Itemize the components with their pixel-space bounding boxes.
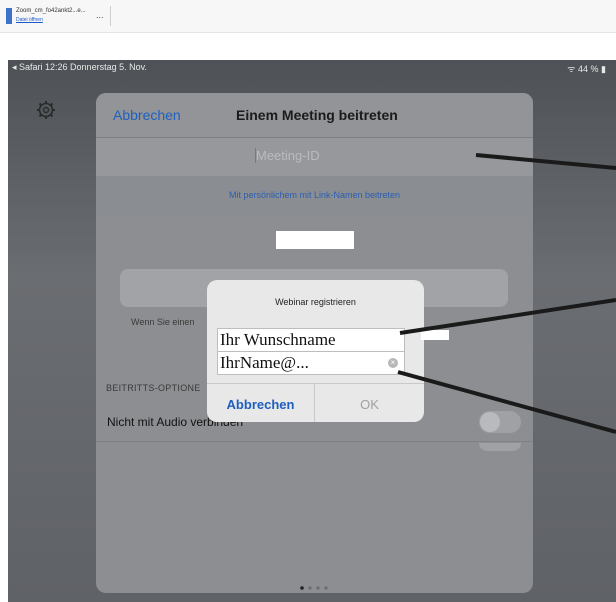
divider	[96, 441, 533, 442]
email-input[interactable]: IhrName@... ×	[217, 351, 405, 375]
sheet-header: Abbrechen Einem Meeting beitreten	[96, 93, 533, 138]
battery-text: 44 %	[578, 64, 599, 74]
page-indicator	[300, 586, 328, 590]
info-text: Wenn Sie einen	[131, 317, 195, 327]
cancel-button[interactable]: Abbrechen	[113, 107, 181, 123]
meeting-id-placeholder: Meeting-ID	[256, 148, 320, 163]
dialog-divider	[207, 383, 424, 384]
dialog-ok-button[interactable]: OK	[315, 397, 424, 412]
toggle-knob	[480, 412, 500, 432]
webinar-register-dialog: Webinar registrieren Ihr Wunschname IhrN…	[207, 280, 424, 422]
name-input[interactable]: Ihr Wunschname	[217, 328, 405, 351]
more-options-button[interactable]: ...	[96, 10, 104, 20]
join-with-link-name-link[interactable]: Mit persönlichem mit Link-Namen beitrete…	[96, 190, 533, 200]
gear-icon[interactable]	[36, 100, 56, 120]
file-icon	[6, 8, 12, 24]
join-with-link-name-row[interactable]: Mit persönlichem mit Link-Namen beitrete…	[96, 176, 533, 218]
dialog-cancel-button[interactable]: Abbrechen	[207, 397, 314, 412]
dialog-title: Webinar registrieren	[275, 297, 356, 307]
join-options-label: BEITRITTS-OPTIONE	[106, 383, 201, 393]
video-toggle[interactable]	[479, 443, 521, 451]
download-item[interactable]: Zoom_cm_fo42ankt2...e... Datei öffnen ..…	[6, 6, 111, 26]
browser-download-bar: Zoom_cm_fo42ankt2...e... Datei öffnen ..…	[0, 0, 616, 33]
name-input-extension	[421, 330, 449, 340]
sheet-title: Einem Meeting beitreten	[236, 107, 398, 123]
status-bar-battery: ᯤ 44 % ▮	[567, 62, 606, 75]
wifi-icon: ᯤ	[567, 64, 579, 74]
status-bar-left: ◂ Safari 12:26 Donnerstag 5. Nov.	[12, 62, 147, 72]
no-audio-toggle[interactable]	[479, 411, 521, 433]
email-input-value: IhrName@...	[220, 353, 309, 372]
battery-icon: ▮	[601, 64, 606, 74]
open-file-link[interactable]: Datei öffnen	[16, 17, 43, 23]
clear-icon[interactable]: ×	[388, 358, 398, 368]
download-file-name: Zoom_cm_fo42ankt2...e...	[16, 8, 86, 14]
redaction-box	[276, 231, 354, 249]
name-input-value: Ihr Wunschname	[220, 330, 336, 349]
meeting-id-input[interactable]: Meeting-ID	[96, 138, 533, 176]
